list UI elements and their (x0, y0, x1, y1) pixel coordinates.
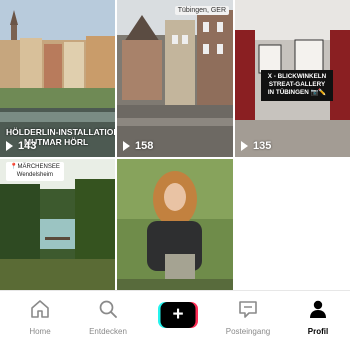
tab-inbox[interactable]: Posteingang (213, 291, 283, 339)
view-count: 143 (6, 140, 36, 152)
caption-line: HÖLDERLIN-INSTALLATION (6, 127, 115, 137)
tab-label: Home (29, 327, 51, 336)
video-thumbnail (117, 0, 233, 157)
location-tag: Tübingen, GER (174, 6, 229, 15)
view-count: 135 (241, 140, 271, 152)
video-tile[interactable]: Tübingen, GER 158 (117, 0, 233, 157)
sticker-title: MÄRCHENSEE (17, 164, 60, 170)
location-sticker: 📍MÄRCHENSEE Wendelsheim (6, 162, 64, 181)
caption-box: X - BLICKWINKELN STREAT-GALLERY IN TÜBIN… (261, 70, 333, 101)
sticker-subtitle: Wendelsheim (16, 171, 54, 178)
video-tile[interactable]: X - BLICKWINKELN STREAT-GALLERY IN TÜBIN… (235, 0, 350, 157)
tab-label: Entdecken (89, 327, 127, 336)
play-icon (241, 141, 248, 151)
video-tile[interactable]: HÖLDERLIN-INSTALLATION MUTMAR HÖRL 143 (0, 0, 115, 157)
play-icon (123, 141, 130, 151)
play-icon (6, 141, 13, 151)
tab-profile[interactable]: Profil (283, 291, 350, 339)
home-icon (31, 300, 49, 318)
video-tile[interactable]: 📍MÄRCHENSEE Wendelsheim (0, 159, 115, 290)
bottom-navigation: Home Entdecken + Posteingang Profil (0, 290, 350, 339)
video-thumbnail (117, 159, 233, 290)
view-count: 158 (123, 140, 153, 152)
video-tile[interactable] (117, 159, 233, 290)
inbox-icon (239, 301, 257, 318)
create-label: + (172, 304, 184, 325)
profile-icon (310, 300, 326, 318)
search-icon (99, 300, 117, 318)
video-grid: HÖLDERLIN-INSTALLATION MUTMAR HÖRL 143 T… (0, 0, 350, 290)
create-button[interactable]: + (143, 291, 213, 339)
tab-label: Profil (307, 327, 329, 336)
tab-discover[interactable]: Entdecken (73, 291, 143, 339)
tab-home[interactable]: Home (5, 291, 75, 339)
tab-label: Posteingang (225, 327, 271, 336)
